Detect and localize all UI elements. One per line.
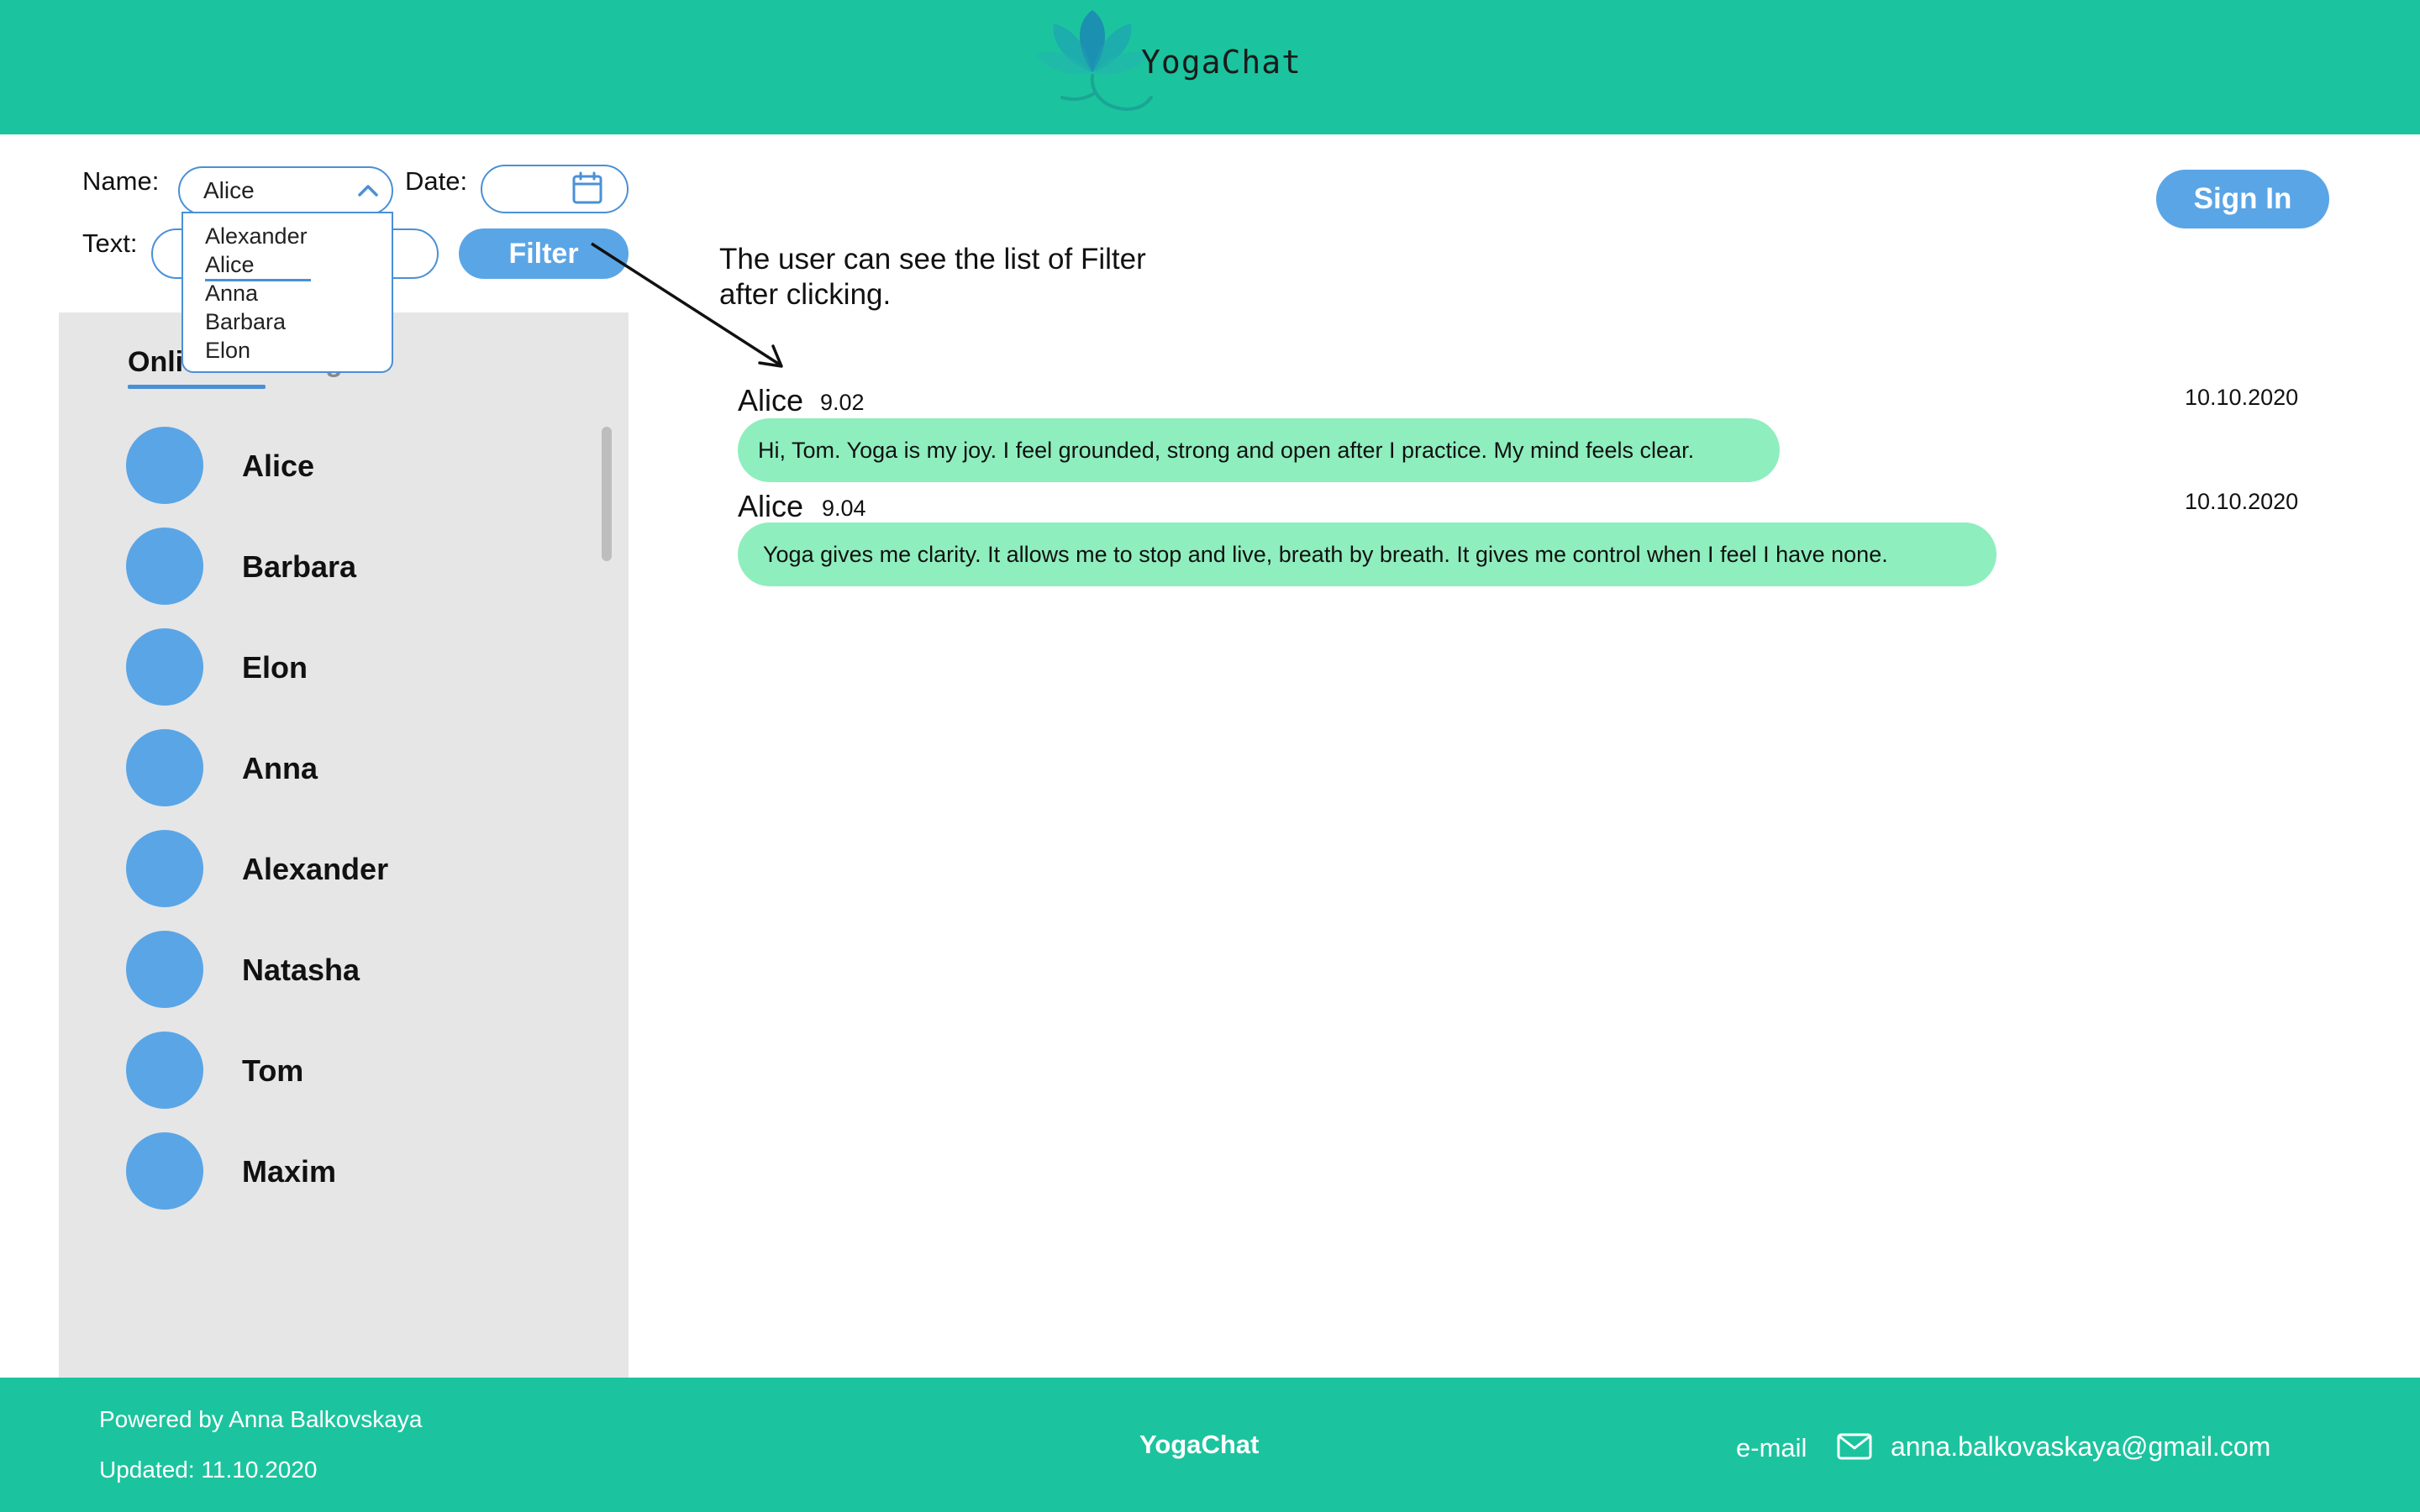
date-filter-label: Date: [405, 166, 468, 196]
contact-name: Maxim [242, 1154, 337, 1189]
contact-item[interactable]: Alexander [126, 830, 563, 907]
message-author: Alice [738, 383, 804, 417]
message-date: 10.10.2020 [2185, 385, 2299, 410]
contact-item[interactable]: Alice [126, 427, 563, 504]
calendar-icon[interactable] [571, 171, 603, 205]
contact-item[interactable]: Tom [126, 1032, 563, 1109]
contact-name: Tom [242, 1053, 304, 1088]
date-input[interactable] [481, 165, 629, 213]
dropdown-option-selected[interactable]: Alice [205, 252, 255, 278]
contact-name: Elon [242, 650, 308, 685]
email-link[interactable]: anna.balkovaskaya@gmail.com [1891, 1431, 2270, 1462]
sign-in-button[interactable]: Sign In [2156, 170, 2329, 228]
annotation-arrow-icon [591, 242, 783, 368]
contact-item[interactable]: Natasha [126, 931, 563, 1008]
contact-name: Barbara [242, 549, 357, 584]
mail-icon [1837, 1433, 1872, 1460]
contact-item[interactable]: Elon [126, 628, 563, 706]
dropdown-option[interactable]: Barbara [205, 309, 286, 335]
email-label: e-mail [1736, 1433, 1807, 1462]
chevron-up-icon[interactable] [356, 181, 380, 200]
contacts-sidebar: Onli alogues Alice Barbara Elon Anna Ale… [59, 312, 629, 1378]
app-title: YogaChat [1141, 44, 1302, 81]
message-bubble: Hi, Tom. Yoga is my joy. I feel grounded… [738, 418, 1780, 482]
avatar [126, 830, 203, 907]
name-dropdown-list: Alexander Alice Anna Barbara Elon [182, 212, 393, 373]
message-date: 10.10.2020 [2185, 489, 2299, 514]
dropdown-option[interactable]: Elon [205, 338, 250, 364]
avatar [126, 528, 203, 605]
message-time: 9.02 [820, 390, 865, 415]
name-select-value: Alice [203, 177, 255, 203]
contact-item[interactable]: Maxim [126, 1132, 563, 1210]
dropdown-option[interactable]: Anna [205, 281, 258, 307]
message-author: Alice [738, 489, 804, 523]
name-filter-label: Name: [82, 166, 160, 196]
avatar [126, 1032, 203, 1109]
avatar [126, 729, 203, 806]
avatar [126, 628, 203, 706]
app-header: YogaChat [0, 0, 2420, 134]
contact-name: Alice [242, 449, 315, 483]
contact-name: Alexander [242, 852, 389, 886]
updated-text: Updated: 11.10.2020 [99, 1457, 318, 1483]
powered-by-text: Powered by Anna Balkovskaya [99, 1406, 423, 1432]
active-tab-indicator [128, 385, 266, 389]
avatar [126, 931, 203, 1008]
message-bubble: Yoga gives me clarity. It allows me to s… [738, 522, 1996, 586]
app-footer: Powered by Anna Balkovskaya Updated: 11.… [0, 1378, 2420, 1512]
contact-name: Anna [242, 751, 318, 785]
avatar [126, 427, 203, 504]
dropdown-option[interactable]: Alexander [205, 223, 308, 249]
contact-item[interactable]: Barbara [126, 528, 563, 605]
avatar [126, 1132, 203, 1210]
sidebar-scrollbar[interactable] [602, 427, 612, 561]
text-filter-label: Text: [82, 228, 138, 258]
lotus-logo-icon [1035, 10, 1153, 112]
tab-online[interactable]: Onli [128, 346, 183, 379]
contact-item[interactable]: Anna [126, 729, 563, 806]
contact-name: Natasha [242, 953, 360, 987]
footer-brand: YogaChat [1139, 1430, 1260, 1459]
message-time: 9.04 [822, 496, 866, 521]
